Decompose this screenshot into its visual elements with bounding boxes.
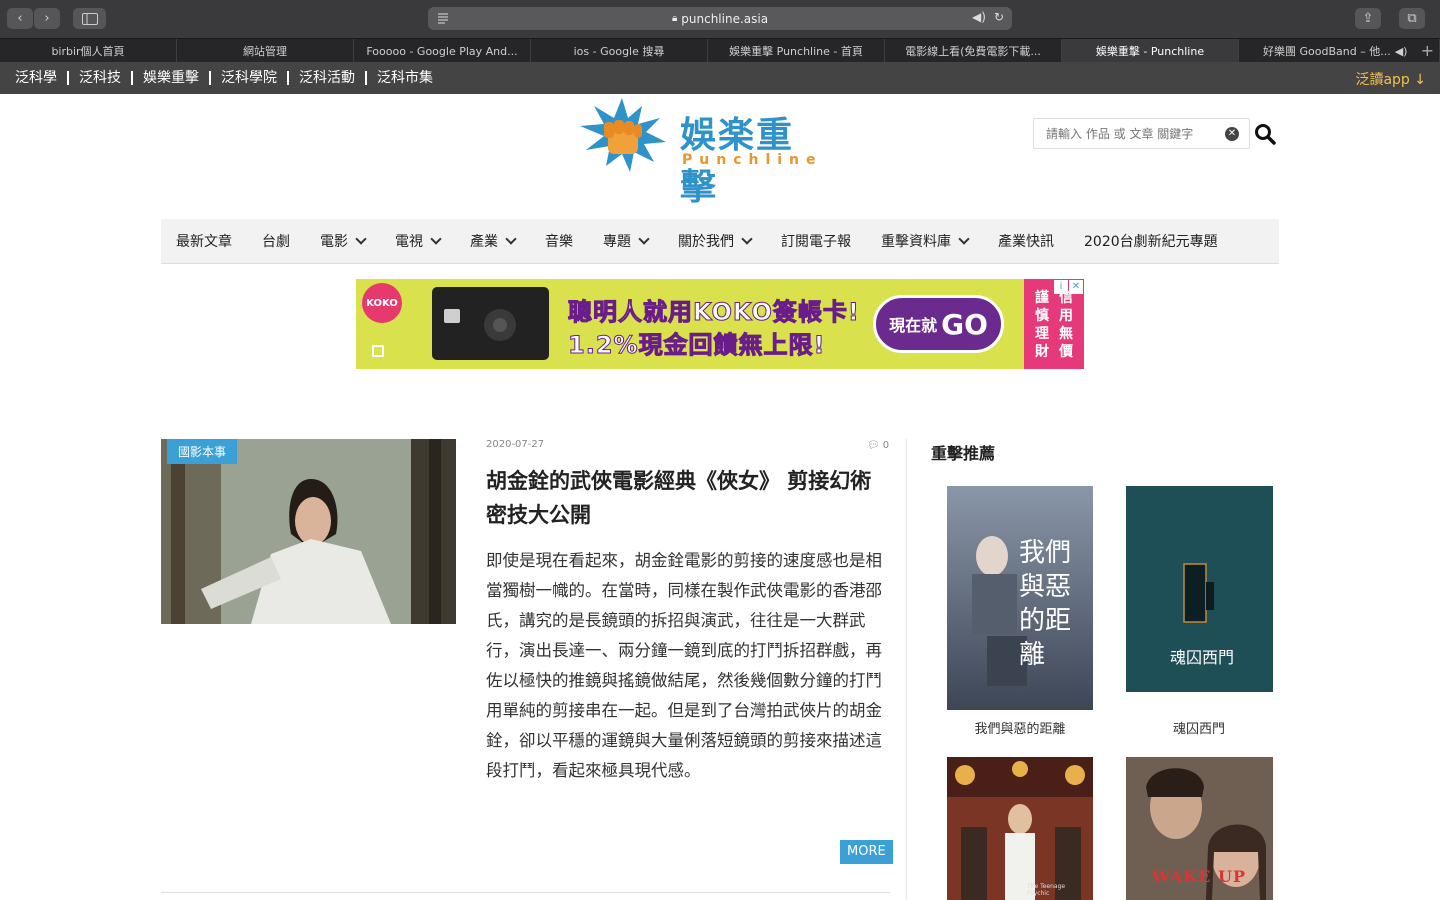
divider: [161, 892, 890, 893]
app-download-link[interactable]: 泛讀app ↓: [1355, 69, 1426, 89]
poster-caption[interactable]: 我們與惡的距離: [940, 718, 1100, 737]
browser-toolbar: ‹ › 🔒︎ punchline.asia ◀︎) ↻ ⇪ ⧉: [0, 0, 1440, 38]
poster-title: 魂囚西門: [1170, 648, 1235, 667]
comment-count[interactable]: 💬︎ 0: [867, 440, 889, 451]
nav-item[interactable]: 產業: [470, 231, 517, 251]
chevron-down-icon: [430, 233, 442, 245]
audio-icon[interactable]: ◀︎): [972, 10, 986, 24]
download-arrow-icon: ↓: [1414, 72, 1426, 88]
tab[interactable]: birbir個人首頁: [0, 39, 177, 63]
network-link[interactable]: 泛科學: [0, 71, 69, 85]
poster-title: The Teenage Psychic: [1027, 883, 1066, 897]
network-link[interactable]: 泛科學院: [211, 71, 289, 85]
nav-item[interactable]: 2020台劇新紀元專題: [1084, 231, 1218, 251]
nav-item[interactable]: 台劇: [262, 231, 290, 251]
nav-item[interactable]: 訂閱電子報: [781, 231, 851, 251]
new-tab-icon[interactable]: +: [1421, 41, 1434, 60]
tab[interactable]: ios - Google 搜尋: [531, 39, 708, 63]
tab-bar: birbir個人首頁 網站管理 Fooooo - Google Play And…: [0, 38, 1440, 63]
poster-caption[interactable]: 魂囚西門: [1119, 718, 1279, 737]
fist-logo-icon: [580, 98, 666, 172]
network-link[interactable]: 泛科活動: [289, 71, 367, 85]
network-link[interactable]: 泛科市集: [367, 71, 443, 85]
network-link[interactable]: 娛樂重擊: [133, 71, 211, 85]
ad-headline: 聰明人就用KOKO簽帳卡!: [568, 298, 860, 327]
tab[interactable]: 娛樂重擊 Punchline - 首頁: [708, 39, 885, 63]
tab[interactable]: 電影線上看(免費電影下載...: [885, 39, 1062, 63]
nav-item[interactable]: 最新文章: [176, 231, 232, 251]
chevron-down-icon: [355, 233, 367, 245]
reload-icon[interactable]: ↻: [994, 10, 1004, 24]
chevron-down-icon: [741, 233, 753, 245]
sidebar-toggle-icon[interactable]: [73, 8, 106, 29]
share-icon[interactable]: ⇪: [1355, 8, 1381, 29]
poster-item[interactable]: 魂囚西門: [1126, 486, 1273, 692]
ad-subline: 1.2%現金回饋無上限!: [568, 331, 826, 360]
chevron-down-icon: [638, 233, 650, 245]
chevron-down-icon: [505, 233, 517, 245]
search-icon[interactable]: [1254, 123, 1276, 145]
site-logo[interactable]: 娛楽重擊 Punchline: [576, 96, 826, 208]
logo-text-en: Punchline: [682, 152, 823, 168]
tab[interactable]: 網站管理: [177, 39, 354, 63]
tab[interactable]: 好樂團 GoodBand – 他... ◀︎): [1239, 39, 1440, 63]
ad-cta-button[interactable]: 現在就 GO: [873, 295, 1004, 353]
ad-decoration: [372, 345, 384, 357]
search-input[interactable]: [1046, 119, 1216, 148]
main-nav: 最新文章 台劇 電影 電視 產業 音樂 專題 關於我們 訂閱電子報 重擊資料庫 產業快訊 2020台劇…: [161, 219, 1279, 264]
ad-close-icon[interactable]: ✕: [1069, 280, 1083, 294]
poster-item[interactable]: 我們與惡的距離: [947, 486, 1093, 710]
network-link[interactable]: 泛科技: [69, 71, 133, 85]
nav-item[interactable]: 重擊資料庫: [881, 231, 970, 251]
clear-icon[interactable]: ✕: [1225, 127, 1239, 141]
poster-title: WAKE UP: [1152, 867, 1247, 886]
article-title[interactable]: 胡金銓的武俠電影經典《俠女》 剪接幻術密技大公開: [486, 464, 890, 532]
ad-info-icon[interactable]: i: [1054, 280, 1068, 294]
article-date: 2020-07-27: [486, 439, 545, 450]
more-button[interactable]: MORE: [840, 840, 893, 864]
ad-banner[interactable]: KOKO 聰明人就用KOKO簽帳卡! 1.2%現金回饋無上限! 現在就 GO 謹信…: [356, 279, 1084, 369]
nav-item[interactable]: 關於我們: [678, 231, 753, 251]
reader-icon[interactable]: [436, 11, 450, 25]
sidebar-heading: 重擊推薦: [931, 444, 996, 463]
poster-item[interactable]: The Teenage Psychic: [947, 757, 1093, 900]
tab[interactable]: Fooooo - Google Play And...: [354, 39, 531, 63]
chevron-down-icon: [958, 233, 970, 245]
nav-item[interactable]: 音樂: [545, 231, 573, 251]
comments-icon: 💬︎: [867, 440, 880, 451]
nav-item[interactable]: 產業快訊: [998, 231, 1054, 251]
article-excerpt: 即使是現在看起來，胡金銓電影的剪接的速度感也是相當獨樹一幟的。在當時，同樣在製作…: [486, 551, 882, 780]
url-text: punchline.asia: [681, 11, 769, 26]
nav-item[interactable]: 電影: [320, 231, 367, 251]
nav-item[interactable]: 專題: [603, 231, 650, 251]
koko-logo: KOKO: [362, 283, 402, 323]
forward-button[interactable]: ›: [34, 8, 60, 29]
column-divider: [906, 439, 907, 900]
poster-title: 我們與惡的距離: [1019, 538, 1072, 670]
tab-active[interactable]: 娛樂重擊 - Punchline: [1062, 39, 1239, 63]
nav-item[interactable]: 電視: [395, 231, 442, 251]
lock-icon: 🔒︎: [671, 13, 678, 24]
ad-choices[interactable]: i ✕: [1054, 280, 1083, 294]
article-thumbnail[interactable]: [161, 439, 456, 624]
card-image: [432, 287, 549, 360]
back-button[interactable]: ‹: [7, 8, 33, 29]
speaker-icon[interactable]: ◀︎): [1395, 45, 1408, 58]
network-bar: 泛科學 泛科技 娛樂重擊 泛科學院 泛科活動 泛科市集 泛讀app ↓: [0, 62, 1440, 94]
address-bar[interactable]: 🔒︎ punchline.asia ◀︎) ↻: [428, 7, 1012, 30]
tabs-overview-icon[interactable]: ⧉: [1399, 8, 1425, 29]
poster-item[interactable]: WAKE UP: [1126, 757, 1273, 900]
site-search: ✕: [1033, 118, 1250, 149]
category-badge[interactable]: 國影本事: [167, 439, 238, 464]
